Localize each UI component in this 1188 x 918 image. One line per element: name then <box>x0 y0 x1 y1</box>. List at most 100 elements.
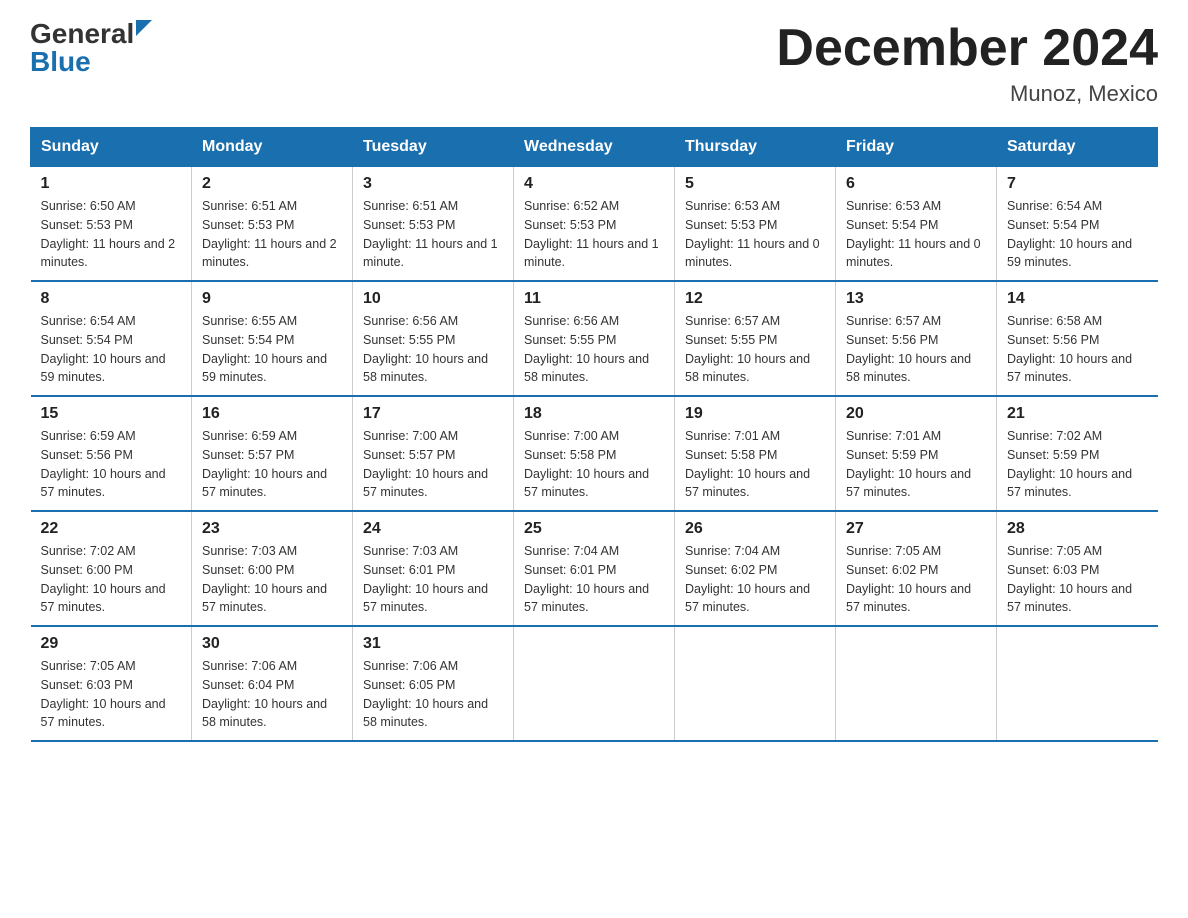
calendar-week-row: 22 Sunrise: 7:02 AMSunset: 6:00 PMDaylig… <box>31 511 1158 626</box>
col-sunday: Sunday <box>31 128 192 167</box>
day-info: Sunrise: 7:02 AMSunset: 6:00 PMDaylight:… <box>41 542 182 617</box>
logo: General Blue <box>30 20 152 76</box>
calendar-week-row: 1 Sunrise: 6:50 AMSunset: 5:53 PMDayligh… <box>31 167 1158 282</box>
calendar-week-row: 29 Sunrise: 7:05 AMSunset: 6:03 PMDaylig… <box>31 626 1158 741</box>
table-row: 19 Sunrise: 7:01 AMSunset: 5:58 PMDaylig… <box>675 396 836 511</box>
day-info: Sunrise: 7:01 AMSunset: 5:58 PMDaylight:… <box>685 427 825 502</box>
day-number: 22 <box>41 520 182 538</box>
day-info: Sunrise: 6:54 AMSunset: 5:54 PMDaylight:… <box>1007 197 1148 272</box>
table-row: 16 Sunrise: 6:59 AMSunset: 5:57 PMDaylig… <box>192 396 353 511</box>
table-row: 18 Sunrise: 7:00 AMSunset: 5:58 PMDaylig… <box>514 396 675 511</box>
calendar-week-row: 15 Sunrise: 6:59 AMSunset: 5:56 PMDaylig… <box>31 396 1158 511</box>
day-number: 3 <box>363 175 503 193</box>
table-row <box>675 626 836 741</box>
day-info: Sunrise: 7:06 AMSunset: 6:05 PMDaylight:… <box>363 657 503 732</box>
logo-general: General <box>30 18 134 49</box>
table-row: 22 Sunrise: 7:02 AMSunset: 6:00 PMDaylig… <box>31 511 192 626</box>
day-number: 13 <box>846 290 986 308</box>
day-info: Sunrise: 6:51 AMSunset: 5:53 PMDaylight:… <box>363 197 503 272</box>
day-number: 16 <box>202 405 342 423</box>
day-number: 2 <box>202 175 342 193</box>
day-number: 31 <box>363 635 503 653</box>
col-tuesday: Tuesday <box>353 128 514 167</box>
day-number: 6 <box>846 175 986 193</box>
table-row: 25 Sunrise: 7:04 AMSunset: 6:01 PMDaylig… <box>514 511 675 626</box>
day-info: Sunrise: 6:52 AMSunset: 5:53 PMDaylight:… <box>524 197 664 272</box>
day-info: Sunrise: 6:59 AMSunset: 5:56 PMDaylight:… <box>41 427 182 502</box>
day-number: 19 <box>685 405 825 423</box>
day-number: 11 <box>524 290 664 308</box>
col-monday: Monday <box>192 128 353 167</box>
table-row: 24 Sunrise: 7:03 AMSunset: 6:01 PMDaylig… <box>353 511 514 626</box>
table-row: 11 Sunrise: 6:56 AMSunset: 5:55 PMDaylig… <box>514 281 675 396</box>
table-row: 4 Sunrise: 6:52 AMSunset: 5:53 PMDayligh… <box>514 167 675 282</box>
day-number: 28 <box>1007 520 1148 538</box>
day-info: Sunrise: 7:05 AMSunset: 6:03 PMDaylight:… <box>41 657 182 732</box>
day-info: Sunrise: 7:03 AMSunset: 6:00 PMDaylight:… <box>202 542 342 617</box>
table-row: 9 Sunrise: 6:55 AMSunset: 5:54 PMDayligh… <box>192 281 353 396</box>
table-row: 3 Sunrise: 6:51 AMSunset: 5:53 PMDayligh… <box>353 167 514 282</box>
day-number: 30 <box>202 635 342 653</box>
col-wednesday: Wednesday <box>514 128 675 167</box>
table-row: 21 Sunrise: 7:02 AMSunset: 5:59 PMDaylig… <box>997 396 1158 511</box>
day-info: Sunrise: 6:57 AMSunset: 5:55 PMDaylight:… <box>685 312 825 387</box>
location: Munoz, Mexico <box>776 81 1158 107</box>
calendar-week-row: 8 Sunrise: 6:54 AMSunset: 5:54 PMDayligh… <box>31 281 1158 396</box>
day-info: Sunrise: 6:59 AMSunset: 5:57 PMDaylight:… <box>202 427 342 502</box>
day-number: 18 <box>524 405 664 423</box>
day-info: Sunrise: 6:50 AMSunset: 5:53 PMDaylight:… <box>41 197 182 272</box>
day-number: 8 <box>41 290 182 308</box>
table-row: 26 Sunrise: 7:04 AMSunset: 6:02 PMDaylig… <box>675 511 836 626</box>
table-row: 23 Sunrise: 7:03 AMSunset: 6:00 PMDaylig… <box>192 511 353 626</box>
day-number: 26 <box>685 520 825 538</box>
table-row: 8 Sunrise: 6:54 AMSunset: 5:54 PMDayligh… <box>31 281 192 396</box>
day-number: 14 <box>1007 290 1148 308</box>
day-info: Sunrise: 7:00 AMSunset: 5:57 PMDaylight:… <box>363 427 503 502</box>
table-row: 12 Sunrise: 6:57 AMSunset: 5:55 PMDaylig… <box>675 281 836 396</box>
day-info: Sunrise: 6:58 AMSunset: 5:56 PMDaylight:… <box>1007 312 1148 387</box>
day-info: Sunrise: 6:55 AMSunset: 5:54 PMDaylight:… <box>202 312 342 387</box>
table-row: 30 Sunrise: 7:06 AMSunset: 6:04 PMDaylig… <box>192 626 353 741</box>
day-info: Sunrise: 6:56 AMSunset: 5:55 PMDaylight:… <box>524 312 664 387</box>
table-row: 13 Sunrise: 6:57 AMSunset: 5:56 PMDaylig… <box>836 281 997 396</box>
day-number: 10 <box>363 290 503 308</box>
day-number: 20 <box>846 405 986 423</box>
table-row: 1 Sunrise: 6:50 AMSunset: 5:53 PMDayligh… <box>31 167 192 282</box>
page-header: General Blue December 2024 Munoz, Mexico <box>30 20 1158 107</box>
day-number: 9 <box>202 290 342 308</box>
day-info: Sunrise: 6:54 AMSunset: 5:54 PMDaylight:… <box>41 312 182 387</box>
calendar-table: Sunday Monday Tuesday Wednesday Thursday… <box>30 127 1158 742</box>
table-row <box>514 626 675 741</box>
day-number: 24 <box>363 520 503 538</box>
table-row: 20 Sunrise: 7:01 AMSunset: 5:59 PMDaylig… <box>836 396 997 511</box>
table-row: 5 Sunrise: 6:53 AMSunset: 5:53 PMDayligh… <box>675 167 836 282</box>
day-info: Sunrise: 7:03 AMSunset: 6:01 PMDaylight:… <box>363 542 503 617</box>
table-row: 27 Sunrise: 7:05 AMSunset: 6:02 PMDaylig… <box>836 511 997 626</box>
day-info: Sunrise: 7:05 AMSunset: 6:02 PMDaylight:… <box>846 542 986 617</box>
day-info: Sunrise: 6:53 AMSunset: 5:53 PMDaylight:… <box>685 197 825 272</box>
table-row: 10 Sunrise: 6:56 AMSunset: 5:55 PMDaylig… <box>353 281 514 396</box>
logo-blue: Blue <box>30 46 91 77</box>
day-number: 12 <box>685 290 825 308</box>
day-number: 5 <box>685 175 825 193</box>
day-number: 25 <box>524 520 664 538</box>
table-row <box>836 626 997 741</box>
day-number: 4 <box>524 175 664 193</box>
calendar-header-row: Sunday Monday Tuesday Wednesday Thursday… <box>31 128 1158 167</box>
day-info: Sunrise: 7:01 AMSunset: 5:59 PMDaylight:… <box>846 427 986 502</box>
day-number: 27 <box>846 520 986 538</box>
table-row: 28 Sunrise: 7:05 AMSunset: 6:03 PMDaylig… <box>997 511 1158 626</box>
day-number: 21 <box>1007 405 1148 423</box>
table-row: 2 Sunrise: 6:51 AMSunset: 5:53 PMDayligh… <box>192 167 353 282</box>
day-info: Sunrise: 7:05 AMSunset: 6:03 PMDaylight:… <box>1007 542 1148 617</box>
table-row: 14 Sunrise: 6:58 AMSunset: 5:56 PMDaylig… <box>997 281 1158 396</box>
day-number: 7 <box>1007 175 1148 193</box>
day-info: Sunrise: 7:04 AMSunset: 6:01 PMDaylight:… <box>524 542 664 617</box>
day-info: Sunrise: 7:00 AMSunset: 5:58 PMDaylight:… <box>524 427 664 502</box>
day-info: Sunrise: 7:04 AMSunset: 6:02 PMDaylight:… <box>685 542 825 617</box>
table-row: 6 Sunrise: 6:53 AMSunset: 5:54 PMDayligh… <box>836 167 997 282</box>
table-row: 7 Sunrise: 6:54 AMSunset: 5:54 PMDayligh… <box>997 167 1158 282</box>
day-number: 17 <box>363 405 503 423</box>
col-thursday: Thursday <box>675 128 836 167</box>
day-number: 29 <box>41 635 182 653</box>
